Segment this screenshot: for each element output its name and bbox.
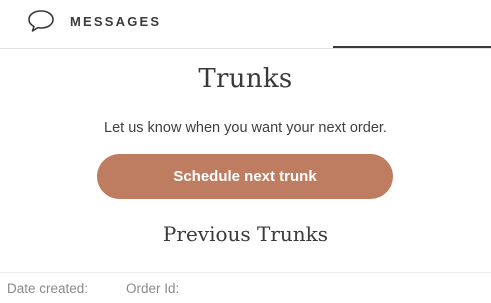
messages-label: MESSAGES [70,13,162,29]
active-tab-indicator [333,46,491,48]
chat-bubble-icon [26,8,56,34]
column-header-order-id: Order Id: [126,281,180,296]
table-header: Date created: Order Id: [7,281,246,296]
column-header-date-created: Date created: [7,281,89,296]
page-subtitle: Let us know when you want your next orde… [104,120,387,136]
schedule-next-trunk-button[interactable]: Schedule next trunk [97,154,393,199]
top-nav: MESSAGES [0,0,491,49]
previous-trunks-heading: Previous Trunks [162,222,329,246]
table-divider [0,272,491,273]
messages-link[interactable]: MESSAGES [26,8,161,34]
page-title: Trunks [198,64,293,94]
